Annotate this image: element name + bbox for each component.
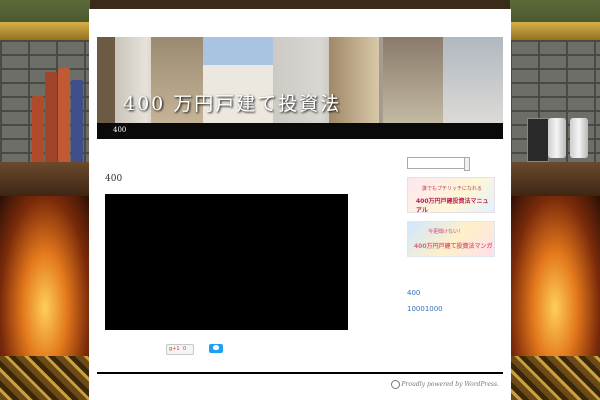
- manual-banner[interactable]: 誰でもプチリッチになれる 400万円戸建投資法マニュアル: [407, 177, 495, 214]
- nav-item-home[interactable]: 400: [113, 126, 126, 134]
- banner-headline: 400万円戸建て投資法マンガ: [414, 243, 493, 250]
- tweet-button[interactable]: [209, 344, 223, 353]
- background-fireplace-right: [510, 196, 600, 356]
- header-photo: [443, 37, 503, 131]
- site-title[interactable]: 400 万円戸建て投資法: [123, 89, 341, 116]
- header-photo: [383, 37, 443, 131]
- background-book: [32, 96, 44, 168]
- header-photo: [151, 37, 203, 131]
- footer-divider: [97, 372, 503, 374]
- banner-headline: 400万円戸建投資法マニュアル: [416, 198, 489, 214]
- video-embed[interactable]: [105, 194, 348, 330]
- gplus-share-button[interactable]: g+1 0: [166, 344, 194, 355]
- sidebar-link[interactable]: 400: [407, 289, 420, 297]
- header-image[interactable]: 400 万円戸建て投資法: [97, 37, 503, 131]
- post-title: 400: [105, 174, 123, 184]
- background-mantel-right: [510, 162, 600, 196]
- header-photo: [329, 37, 379, 131]
- background-book: [45, 72, 57, 168]
- header-photo: [97, 37, 115, 131]
- background-fireplace-left: [0, 196, 90, 356]
- background-frame-right: [510, 22, 600, 42]
- banner-tagline: 誰でもプチリッチになれる: [422, 186, 483, 192]
- background-floor-left: [0, 356, 90, 400]
- footer-text: Proudly powered by WordPress.: [401, 381, 500, 388]
- background-mantel-left: [0, 162, 90, 196]
- banner-tagline: 今更聞けない！: [428, 229, 464, 235]
- footer-credit[interactable]: Proudly powered by WordPress.: [390, 380, 500, 389]
- sidebar-link[interactable]: 10001000: [407, 305, 443, 313]
- background-mug: [548, 118, 566, 158]
- background-floor-right: [510, 356, 600, 400]
- search-button[interactable]: [464, 157, 470, 171]
- twitter-bird-icon: [213, 345, 219, 350]
- search-input[interactable]: [407, 157, 465, 169]
- content-area: 400 万円戸建て投資法 400 400 g+1 0 誰でもプチリッチになれる …: [89, 9, 511, 400]
- gplus-count: 0: [183, 346, 187, 352]
- background-frame-left: [0, 22, 90, 42]
- background-book: [71, 80, 83, 168]
- background-jar: [527, 118, 549, 162]
- gplus-label: g+1: [169, 346, 180, 352]
- header-photo: [203, 37, 273, 131]
- background-book: [58, 68, 70, 168]
- background-mug: [570, 118, 588, 158]
- nav-bar: 400: [97, 123, 503, 139]
- wordpress-icon: [390, 380, 400, 389]
- manga-banner[interactable]: 今更聞けない！ 400万円戸建て投資法マンガ: [407, 221, 495, 257]
